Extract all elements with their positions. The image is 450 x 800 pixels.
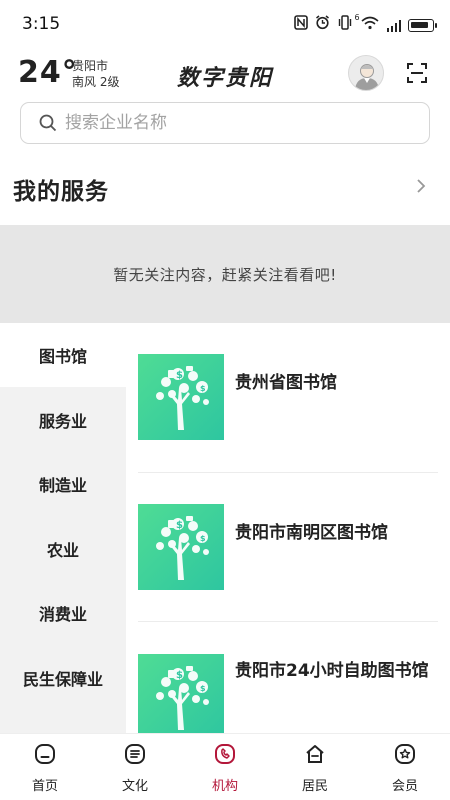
member-icon [395,744,415,764]
nav-member-label: 会员 [391,779,418,794]
home-icon [35,744,55,764]
services-empty-state: 暂无关注内容，赶紧关注看看吧! [0,225,450,323]
list-item[interactable]: $ $ 贵州省图书馆 [138,354,438,444]
status-time: 3:15 [22,14,61,34]
my-services-title: 我的服务 [13,179,109,205]
resident-icon [306,745,324,763]
alarm-icon [315,15,330,35]
library-thumbnail: $ $ [138,504,224,590]
library-name: 贵阳市24小时自助图书馆 [235,661,429,681]
list-divider [138,472,438,473]
nfc-icon [293,15,308,35]
chevron-right-icon[interactable] [414,176,428,196]
scan-icon[interactable] [406,62,428,84]
search-input[interactable] [65,111,415,135]
culture-icon [125,744,145,764]
institution-icon [215,744,235,764]
search-icon [39,114,57,132]
nav-resident[interactable]: 居民 [270,734,360,800]
nav-institution[interactable]: 机构 [180,734,270,800]
library-name: 贵阳市南明区图书馆 [235,523,388,543]
status-icons: 6 [293,13,437,35]
svg-text:$: $ [200,384,206,393]
vibrate-icon [337,15,353,35]
signal-icon [386,19,401,32]
category-consumer[interactable]: 消费业 [0,581,126,645]
search-bar[interactable] [20,102,430,144]
network-type-label: 6 [354,13,360,22]
battery-icon [408,18,437,32]
library-list: $ $ 贵州省图书馆 $ $ 贵阳市南明区图书馆 $ $ 贵阳市24小时自助图书… [126,323,450,733]
svg-text:$: $ [176,520,183,531]
category-sidebar: 图书馆 服务业 制造业 农业 消费业 民生保障业 [0,323,126,733]
app-header: 24° 贵阳市 南风 2级 数字贵阳 [0,52,450,96]
nav-culture-label: 文化 [121,779,148,794]
list-item[interactable]: $ $ 贵阳市24小时自助图书馆 [138,654,438,733]
money-tree-icon: $ $ [156,516,209,580]
nav-resident-label: 居民 [301,779,328,794]
avatar[interactable] [348,55,384,91]
svg-text:$: $ [200,684,206,693]
nav-institution-label: 机构 [211,779,238,794]
svg-text:$: $ [200,534,206,543]
category-agriculture[interactable]: 农业 [0,517,126,581]
library-name: 贵州省图书馆 [235,373,337,393]
money-tree-icon: $ $ [156,366,209,430]
nav-home[interactable]: 首页 [0,734,90,800]
category-library[interactable]: 图书馆 [0,323,126,387]
bottom-navigation: 首页 文化 机构 居民 会员 [0,733,450,800]
list-item[interactable]: $ $ 贵阳市南明区图书馆 [138,504,438,594]
status-bar: 3:15 6 [0,0,450,50]
library-thumbnail: $ $ [138,354,224,440]
category-service[interactable]: 服务业 [0,388,126,452]
svg-text:$: $ [176,370,183,381]
svg-text:$: $ [176,670,183,681]
category-livelihood[interactable]: 民生保障业 [0,646,126,710]
wifi-icon: 6 [355,13,380,35]
library-thumbnail: $ $ [138,654,224,733]
nav-member[interactable]: 会员 [360,734,450,800]
empty-message: 暂无关注内容，赶紧关注看看吧! [113,265,337,284]
nav-culture[interactable]: 文化 [90,734,180,800]
list-divider [138,621,438,622]
nav-home-label: 首页 [31,779,58,794]
money-tree-icon: $ $ [156,666,209,730]
category-manufacturing[interactable]: 制造业 [0,452,126,516]
